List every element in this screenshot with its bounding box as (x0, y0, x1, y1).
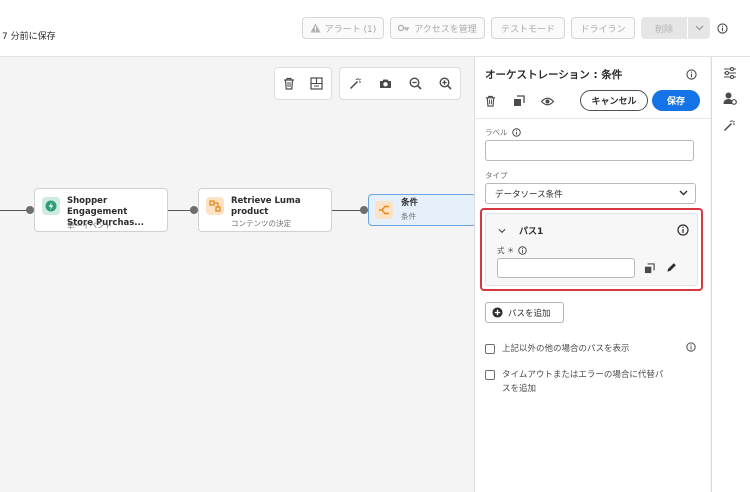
cancel-button[interactable]: キャンセル (580, 90, 648, 111)
test-mode-button[interactable]: テストモード (491, 17, 565, 39)
dry-run-button[interactable]: ドライラン (571, 17, 635, 39)
sliders-icon[interactable] (723, 67, 737, 79)
info-icon[interactable] (686, 69, 697, 80)
manage-access-button[interactable]: アクセスを管理 (390, 17, 485, 39)
other-cases-checkbox[interactable] (485, 344, 495, 354)
eye-icon[interactable] (541, 97, 554, 106)
info-icon[interactable] (511, 128, 521, 137)
duplicate-icon[interactable] (644, 263, 655, 274)
key-icon (398, 24, 410, 32)
info-icon[interactable] (686, 342, 696, 352)
duplicate-icon[interactable] (513, 95, 525, 107)
timeout-checkbox-row[interactable]: タイムアウトまたはエラーの場合に代替パ スを追加 (485, 368, 663, 396)
trash-icon[interactable] (283, 77, 295, 90)
path-name: パス1 (519, 227, 544, 237)
add-circle-icon (492, 307, 503, 318)
alert-icon (310, 23, 321, 33)
panel-header: オーケストレーション : 条件 キャンセル 保存 (475, 57, 711, 119)
journey-node-condition[interactable]: 条件 条件 (368, 194, 476, 226)
test-mode-label: テストモード (500, 24, 555, 35)
node-input-port[interactable] (190, 206, 198, 214)
condition-icon (375, 201, 393, 219)
chevron-down-icon (695, 25, 703, 31)
chevron-down-icon (679, 190, 688, 196)
zoom-out-icon[interactable] (408, 77, 422, 90)
delete-menu-toggle[interactable] (688, 17, 710, 39)
magic-wand-icon[interactable] (349, 77, 362, 90)
node-subtitle: 条件 (401, 212, 416, 221)
label-input[interactable] (485, 140, 694, 161)
timeout-checkbox[interactable] (485, 370, 495, 380)
camera-icon[interactable] (379, 78, 392, 89)
right-rail (711, 57, 750, 492)
timeout-label: タイムアウトまたはエラーの場合に代替パ スを追加 (502, 370, 664, 394)
saved-status: 7 分前に保存 (2, 32, 56, 42)
path-item: パス1 式 ＊ (485, 213, 698, 286)
alerts-label: アラート (1) (324, 24, 377, 35)
type-select[interactable]: データソース条件 (485, 183, 696, 204)
canvas-edit-toolbar (274, 67, 332, 100)
user-settings-icon[interactable] (723, 92, 737, 105)
expression-label: 式 ＊ (497, 245, 528, 256)
other-cases-label: 上記以外の他の場合のパスを表示 (502, 344, 630, 354)
type-field-label: タイプ (485, 171, 508, 180)
add-path-button[interactable]: パスを追加 (485, 302, 564, 323)
dry-run-label: ドライラン (580, 24, 626, 35)
node-subtitle: コンテンツの決定 (231, 219, 291, 228)
node-input-port[interactable] (26, 206, 34, 214)
node-input-port[interactable] (360, 206, 368, 214)
journey-node-event[interactable]: Shopper Engagement Store Purchas... 単一イベ… (34, 188, 168, 232)
canvas-view-toolbar (339, 67, 461, 100)
path-section-highlight: パス1 式 ＊ (480, 208, 703, 291)
manage-access-label: アクセスを管理 (414, 24, 477, 35)
node-title: Retrieve Luma product (231, 196, 301, 217)
panel-title: オーケストレーション : 条件 (485, 69, 623, 81)
info-icon[interactable] (717, 23, 728, 34)
type-select-value: データソース条件 (495, 189, 563, 200)
pencil-icon[interactable] (666, 262, 677, 273)
connector-line (0, 210, 28, 211)
expression-input[interactable] (497, 258, 635, 278)
label-field-label: ラベル (485, 127, 521, 138)
save-button[interactable]: 保存 (652, 90, 700, 111)
magic-wand-icon[interactable] (723, 119, 736, 132)
node-subtitle: 単一イベント (67, 221, 112, 230)
journey-canvas[interactable]: Shopper Engagement Store Purchas... 単一イベ… (0, 57, 476, 492)
zoom-in-icon[interactable] (438, 77, 452, 90)
trash-icon[interactable] (485, 95, 496, 107)
top-bar: 7 分前に保存 アラート (1) アクセスを管理 テストモード ドライラン 削除 (0, 0, 750, 57)
info-icon[interactable] (677, 224, 689, 236)
decision-icon (206, 197, 224, 215)
chevron-down-icon[interactable] (498, 228, 506, 234)
journey-node-decision[interactable]: Retrieve Luma product コンテンツの決定 (198, 188, 332, 232)
other-cases-checkbox-row[interactable]: 上記以外の他の場合のパスを表示 (485, 342, 630, 356)
event-icon (42, 197, 60, 215)
layout-icon[interactable] (310, 77, 323, 90)
add-path-label: パスを追加 (508, 308, 551, 319)
delete-button[interactable]: 削除 (641, 17, 687, 39)
alerts-button[interactable]: アラート (1) (302, 17, 384, 39)
info-icon[interactable] (518, 246, 528, 255)
properties-panel: オーケストレーション : 条件 キャンセル 保存 ラベル タイプ データソース条… (474, 57, 711, 492)
node-title: 条件 (401, 198, 419, 208)
